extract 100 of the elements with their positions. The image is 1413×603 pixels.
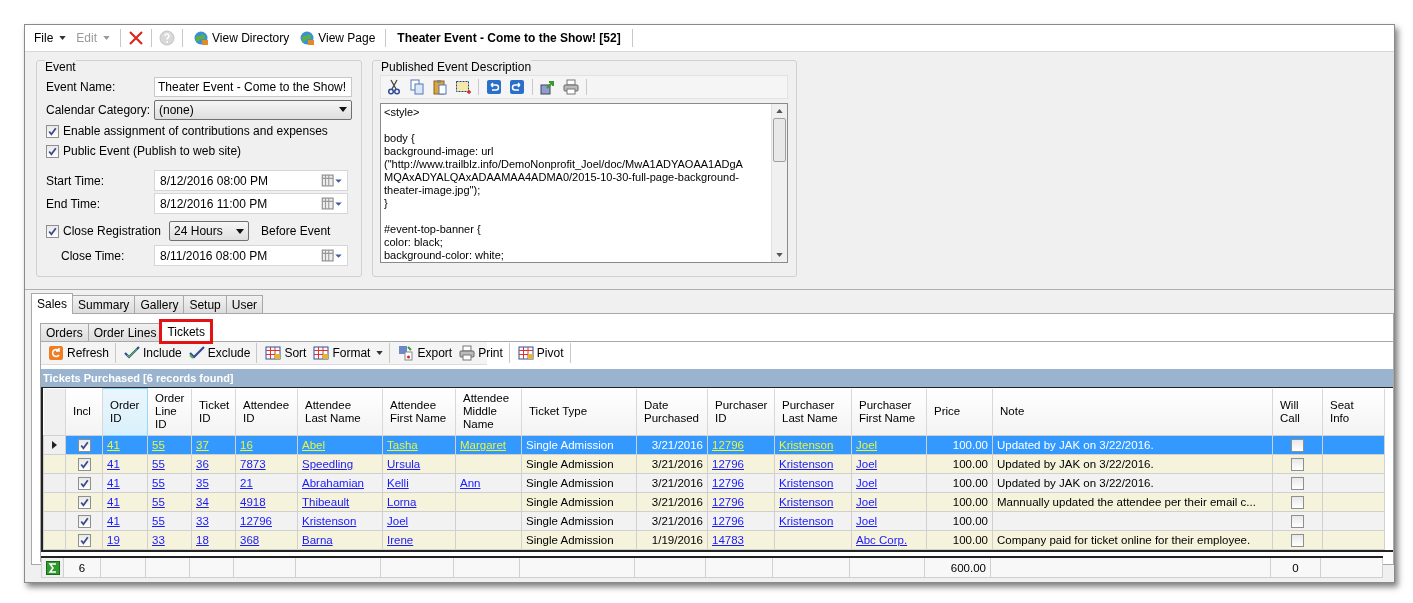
scroll-down-icon[interactable]: [776, 253, 783, 257]
row-header[interactable]: [43, 435, 66, 455]
table-link[interactable]: 12796: [712, 515, 744, 527]
checkbox[interactable]: [1291, 476, 1304, 490]
checkbox[interactable]: [1291, 533, 1304, 547]
column-header[interactable]: Ticket Type: [521, 388, 637, 436]
tab[interactable]: Setup: [183, 295, 227, 313]
event-name-field[interactable]: Theater Event - Come to the Show!: [154, 76, 352, 97]
checkbox[interactable]: [77, 495, 91, 509]
checkbox[interactable]: [77, 438, 91, 452]
toolbar-button[interactable]: Pivot: [514, 343, 571, 363]
table-link[interactable]: Kristenson: [779, 496, 834, 508]
table-link[interactable]: Joel: [856, 515, 878, 527]
checkbox[interactable]: [77, 476, 91, 490]
table-link[interactable]: Kelli: [387, 477, 409, 489]
table-link[interactable]: Ursula: [387, 458, 421, 470]
menu-item[interactable]: File: [31, 29, 70, 47]
column-header[interactable]: Price: [926, 388, 993, 436]
end-time-field[interactable]: 8/12/2016 11:00 PM: [154, 193, 348, 214]
checkbox[interactable]: [1291, 514, 1304, 528]
column-header[interactable]: Incl: [65, 388, 103, 436]
checkbox[interactable]: [46, 224, 59, 238]
calendar-icon[interactable]: [321, 197, 343, 210]
column-header[interactable]: Seat Info: [1322, 388, 1385, 436]
checkbox[interactable]: [77, 533, 91, 547]
table-link[interactable]: Joel: [387, 515, 409, 527]
category-dropdown[interactable]: (none): [154, 99, 352, 120]
scissors-icon[interactable]: [386, 79, 402, 95]
calendar-icon[interactable]: [321, 249, 343, 262]
table-link[interactable]: 41: [107, 515, 120, 527]
toolbar-button[interactable]: Sort: [262, 343, 310, 363]
table-link[interactable]: 368: [240, 534, 260, 546]
hours-dropdown[interactable]: 24 Hours: [169, 221, 250, 241]
redo-icon[interactable]: [509, 79, 525, 95]
table-link[interactable]: 36: [196, 458, 209, 470]
checkbox[interactable]: [1291, 457, 1304, 471]
tab[interactable]: Tickets: [161, 321, 211, 342]
table-link[interactable]: 33: [152, 534, 165, 546]
table-link[interactable]: 21: [240, 477, 253, 489]
column-header[interactable]: Purchaser First Name: [851, 388, 927, 436]
table-link[interactable]: 14783: [712, 534, 744, 546]
column-header[interactable]: Ticket ID: [191, 388, 236, 436]
column-header[interactable]: Attendee Last Name: [297, 388, 383, 436]
toolbar-button[interactable]: Exclude: [185, 343, 258, 363]
column-header[interactable]: Will Call: [1272, 388, 1323, 436]
table-link[interactable]: 55: [152, 477, 165, 489]
start-time-field[interactable]: 8/12/2016 08:00 PM: [154, 170, 348, 191]
table-link[interactable]: Speedling: [302, 458, 354, 470]
undo-icon[interactable]: [486, 79, 502, 95]
table-link[interactable]: 55: [152, 496, 165, 508]
table-link[interactable]: Abc Corp.: [856, 534, 908, 546]
sum-icon[interactable]: [45, 560, 60, 575]
table-link[interactable]: Joel: [856, 458, 878, 470]
table-link[interactable]: Lorna: [387, 496, 417, 508]
toolbar-button[interactable]: Include: [121, 343, 185, 363]
column-header[interactable]: Order Line ID: [147, 388, 192, 436]
table-link[interactable]: Abrahamian: [302, 477, 364, 489]
column-header[interactable]: Date Purchased: [636, 388, 708, 436]
table-link[interactable]: 35: [196, 477, 209, 489]
table-link[interactable]: Irene: [387, 534, 414, 546]
tab[interactable]: Gallery: [134, 295, 185, 313]
table-link[interactable]: Kristenson: [779, 477, 834, 489]
tab[interactable]: User: [225, 295, 264, 313]
column-header[interactable]: Note: [992, 388, 1273, 436]
select-all-icon[interactable]: [455, 79, 471, 95]
toolbar-button[interactable]: Format: [310, 343, 391, 363]
scroll-up-icon[interactable]: [776, 109, 783, 113]
tab[interactable]: Summary: [72, 295, 136, 313]
table-link[interactable]: 41: [107, 458, 120, 470]
table-link[interactable]: Joel: [856, 496, 878, 508]
column-header[interactable]: Attendee ID: [235, 388, 298, 436]
table-link[interactable]: 55: [152, 515, 165, 527]
table-link[interactable]: Kristenson: [779, 458, 834, 470]
tab[interactable]: Orders: [40, 323, 89, 341]
table-link[interactable]: 41: [107, 496, 120, 508]
export-icon[interactable]: [540, 79, 556, 95]
table-link[interactable]: 34: [196, 496, 209, 508]
table-link[interactable]: Thibeault: [302, 496, 350, 508]
scroll-thumb[interactable]: [773, 118, 786, 162]
close-time-field[interactable]: 8/11/2016 08:00 PM: [154, 245, 348, 266]
table-link[interactable]: 19: [107, 534, 120, 546]
table-link[interactable]: Kristenson: [302, 515, 357, 527]
toolbar-button[interactable]: View Page: [296, 28, 379, 48]
description-editor[interactable]: [380, 103, 788, 263]
toolbar-button[interactable]: Refresh: [45, 343, 117, 363]
tab[interactable]: Sales: [31, 293, 74, 314]
close-icon[interactable]: [128, 30, 145, 46]
checkbox[interactable]: [1291, 495, 1304, 509]
toolbar-button[interactable]: Export: [395, 343, 456, 363]
table-link[interactable]: 4918: [240, 496, 266, 508]
checkbox[interactable]: [1291, 438, 1304, 452]
calendar-icon[interactable]: [321, 174, 343, 187]
scrollbar[interactable]: [771, 104, 787, 262]
table-link[interactable]: Ann: [460, 477, 481, 489]
table-link[interactable]: 41: [107, 477, 120, 489]
table-link[interactable]: 55: [152, 458, 165, 470]
checkbox[interactable]: [46, 144, 59, 158]
copy-icon[interactable]: [409, 79, 425, 95]
toolbar-button[interactable]: Print: [456, 343, 510, 363]
checkbox[interactable]: [46, 124, 59, 138]
